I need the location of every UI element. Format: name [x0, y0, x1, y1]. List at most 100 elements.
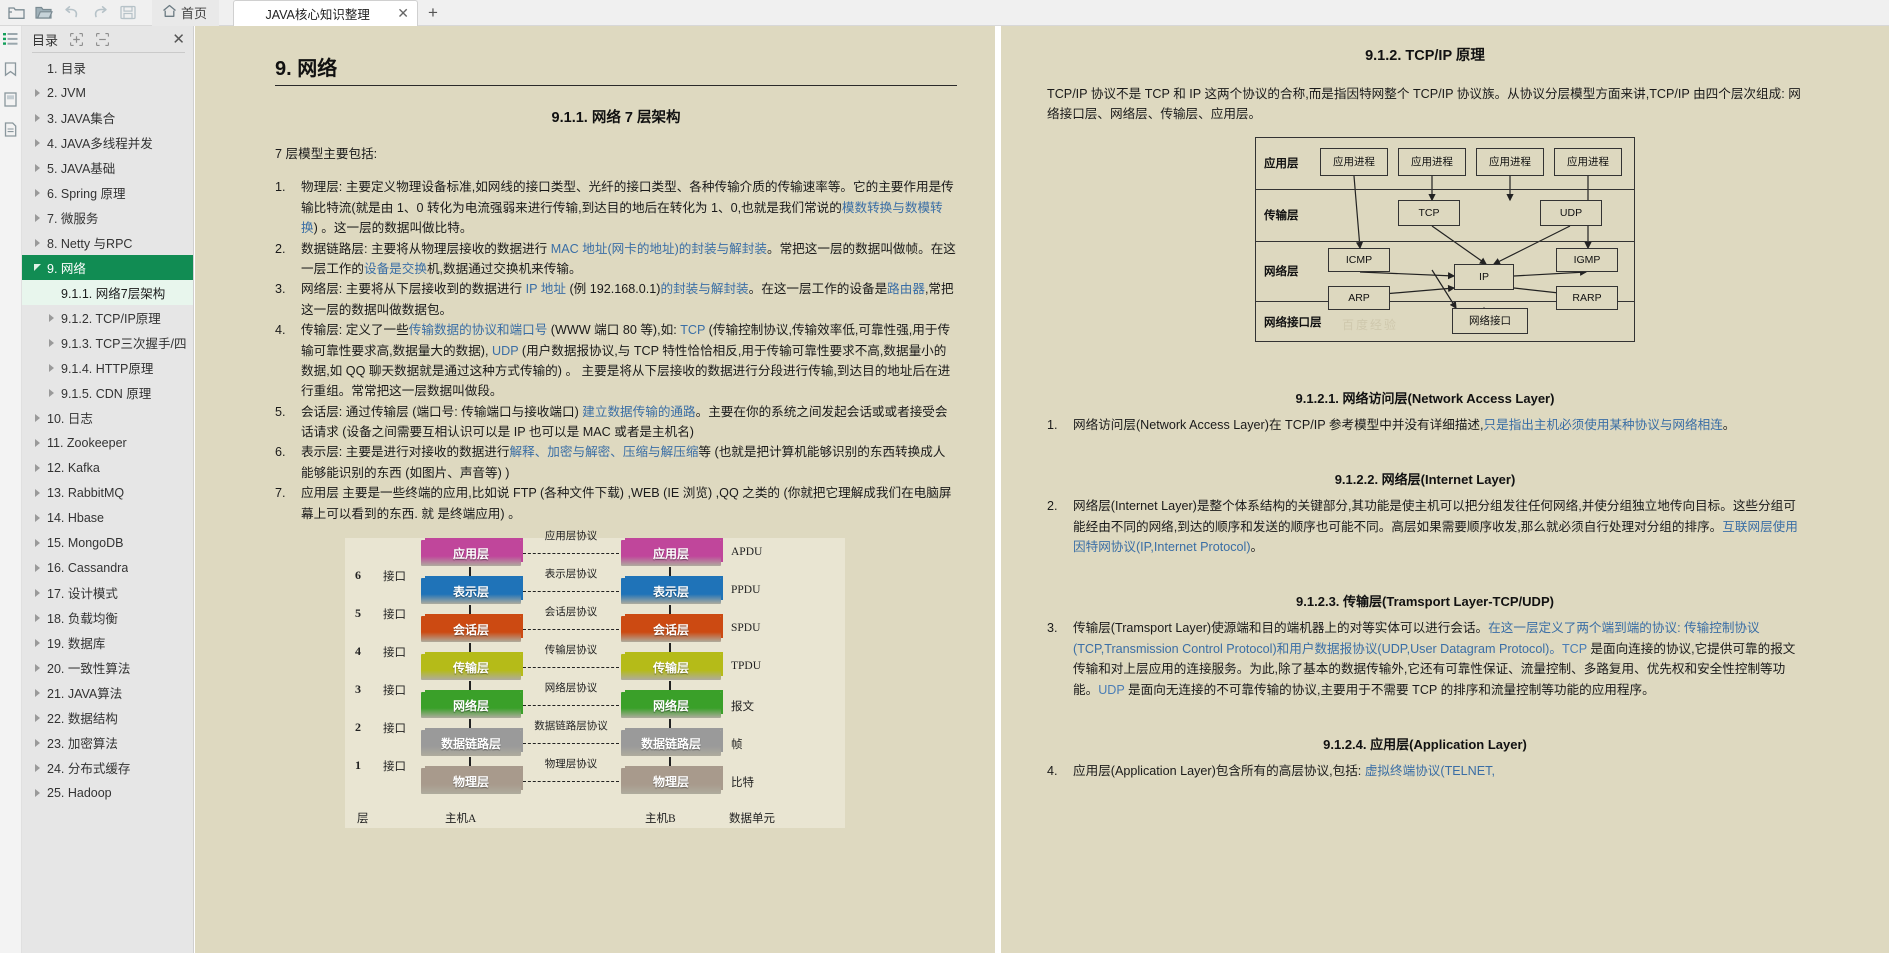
sidebar-item-label: 21. JAVA算法	[47, 687, 123, 701]
sidebar-item[interactable]: 11. Zookeeper	[22, 430, 193, 455]
highlight-link[interactable]: 虚拟终端协议(TELNET,	[1365, 764, 1495, 778]
highlight-link[interactable]: TCP	[1562, 642, 1587, 656]
sidebar-item[interactable]: 4. JAVA多线程并发	[22, 130, 193, 155]
highlight-link[interactable]: 路由器	[887, 282, 925, 296]
chevron-right-icon[interactable]	[46, 313, 56, 323]
sidebar-item-label: 9.1.2. TCP/IP原理	[61, 312, 161, 326]
chevron-right-icon[interactable]	[32, 163, 42, 173]
chevron-down-icon[interactable]	[32, 263, 42, 273]
chevron-right-icon[interactable]	[32, 538, 42, 548]
sidebar-item[interactable]: 20. 一致性算法	[22, 655, 193, 680]
chevron-right-icon[interactable]	[32, 638, 42, 648]
redo-icon[interactable]	[86, 1, 114, 25]
open-folder-icon[interactable]	[30, 1, 58, 25]
sidebar-item[interactable]: 9.1.4. HTTP原理	[22, 355, 193, 380]
sidebar-item[interactable]: 10. 日志	[22, 405, 193, 430]
chevron-right-icon[interactable]	[46, 363, 56, 373]
highlight-link[interactable]: 传输数据的协议和端口号	[409, 323, 548, 337]
chevron-right-icon[interactable]	[32, 488, 42, 498]
close-sidebar-icon[interactable]: ✕	[172, 32, 185, 47]
highlight-link[interactable]: IP 地址	[526, 282, 566, 296]
sidebar-item[interactable]: 6. Spring 原理	[22, 180, 193, 205]
sidebar-item[interactable]: 25. Hadoop	[22, 780, 193, 805]
highlight-link[interactable]: TCP	[680, 323, 705, 337]
sidebar-item[interactable]: 2. JVM	[22, 80, 193, 105]
thumbnail-icon[interactable]	[2, 90, 20, 108]
sidebar-item[interactable]: 9.1.3. TCP三次握手/四次挥手	[22, 330, 193, 355]
chevron-right-icon[interactable]	[32, 413, 42, 423]
expand-all-icon[interactable]	[68, 31, 84, 47]
list-item-text: 传输层: 定义了一些传输数据的协议和端口号 (WWW 端口 80 等),如: T…	[301, 320, 957, 402]
chevron-right-icon[interactable]	[32, 713, 42, 723]
chevron-right-icon[interactable]	[32, 463, 42, 473]
close-icon[interactable]: ✕	[391, 6, 409, 20]
sidebar-item[interactable]: 23. 加密算法	[22, 730, 193, 755]
text-run: 表示层: 主要是进行对接收的数据进行	[301, 445, 510, 460]
outline-list-icon[interactable]	[2, 30, 20, 48]
save-icon[interactable]	[114, 1, 142, 25]
sidebar-item[interactable]: 9. 网络	[22, 255, 193, 280]
sidebar-item[interactable]: 19. 数据库	[22, 630, 193, 655]
chevron-right-icon[interactable]	[32, 188, 42, 198]
sidebar-item[interactable]: 21. JAVA算法	[22, 680, 193, 705]
chevron-right-icon[interactable]	[32, 438, 42, 448]
highlight-link[interactable]: UDP	[492, 344, 518, 358]
sidebar-item[interactable]: 18. 负载均衡	[22, 605, 193, 630]
sidebar-item[interactable]: 3. JAVA集合	[22, 105, 193, 130]
chevron-right-icon[interactable]	[32, 138, 42, 148]
home-button[interactable]: 首页	[152, 0, 220, 26]
sidebar-item[interactable]: 8. Netty 与RPC	[22, 230, 193, 255]
sidebar-item[interactable]: 5. JAVA基础	[22, 155, 193, 180]
chevron-right-icon[interactable]	[32, 513, 42, 523]
open-recent-icon[interactable]	[2, 1, 30, 25]
sidebar-item[interactable]: 24. 分布式缓存	[22, 755, 193, 780]
undo-icon[interactable]	[58, 1, 86, 25]
bookmark-icon[interactable]	[2, 60, 20, 78]
collapse-all-icon[interactable]	[94, 31, 110, 47]
chevron-right-icon[interactable]	[46, 338, 56, 348]
sidebar-item[interactable]: 9.1.5. CDN 原理	[22, 380, 193, 405]
chevron-right-icon[interactable]	[32, 588, 42, 598]
chevron-right-icon[interactable]	[32, 213, 42, 223]
highlight-link[interactable]: MAC 地址(网卡的地址)的封装与解封装	[551, 242, 767, 256]
sidebar-item[interactable]: 13. RabbitMQ	[22, 480, 193, 505]
highlight-link[interactable]: 的封装与解封装	[660, 282, 748, 296]
sidebar-item[interactable]: 12. Kafka	[22, 455, 193, 480]
sidebar-item[interactable]: 14. Hbase	[22, 505, 193, 530]
tcpip-layer-band: 网络层 ICMP IGMP IP ARP RARP	[1256, 242, 1634, 310]
sidebar-item[interactable]: 9.1.1. 网络7层架构	[22, 280, 193, 305]
chevron-right-icon[interactable]	[32, 763, 42, 773]
chevron-right-icon[interactable]	[32, 113, 42, 123]
sidebar-item[interactable]: 17. 设计模式	[22, 580, 193, 605]
chevron-right-icon[interactable]	[32, 738, 42, 748]
text-run: 会话层: 通过传输层 (端口号: 传输端口与接收端口)	[301, 404, 583, 419]
new-tab-button[interactable]: +	[418, 0, 448, 26]
chevron-right-icon[interactable]	[32, 563, 42, 573]
highlight-link[interactable]: 建立数据传输的通路	[582, 405, 695, 419]
osi-vertical-connector	[469, 567, 471, 578]
sidebar-item[interactable]: 22. 数据结构	[22, 705, 193, 730]
chevron-right-icon[interactable]	[32, 663, 42, 673]
sidebar-item[interactable]: 9.1.2. TCP/IP原理	[22, 305, 193, 330]
sidebar-item[interactable]: 16. Cassandra	[22, 555, 193, 580]
chevron-right-icon[interactable]	[32, 238, 42, 248]
sidebar-item[interactable]: 7. 微服务	[22, 205, 193, 230]
highlight-link[interactable]: UDP	[1098, 683, 1124, 697]
sidebar-item[interactable]: 1. 目录	[22, 55, 193, 80]
chevron-right-icon[interactable]	[46, 388, 56, 398]
highlight-link[interactable]: 设备是交换	[364, 262, 427, 276]
chevron-right-icon[interactable]	[32, 88, 42, 98]
osi-vertical-connector	[469, 719, 471, 730]
chevron-right-icon[interactable]	[32, 788, 42, 798]
annotation-icon[interactable]	[2, 120, 20, 138]
osi-protocol-arrow	[523, 781, 619, 783]
text-run: ) 。这一层的数据叫做比特。	[313, 221, 473, 236]
highlight-link[interactable]: 只是指出主机必须使用某种协议与网络相连	[1484, 418, 1723, 432]
highlight-link[interactable]: 解释、加密与解密、压缩与解压缩	[510, 445, 699, 459]
osi-interface-label: 接口	[383, 647, 406, 660]
chevron-right-icon[interactable]	[32, 688, 42, 698]
document-viewer[interactable]: 9. 网络 9.1.1. 网络 7 层架构 7 层模型主要包括: 1. 物理层: …	[195, 26, 1889, 953]
sidebar-item[interactable]: 15. MongoDB	[22, 530, 193, 555]
document-tab[interactable]: JAVA核心知识整理 ✕	[233, 0, 419, 26]
chevron-right-icon[interactable]	[32, 613, 42, 623]
